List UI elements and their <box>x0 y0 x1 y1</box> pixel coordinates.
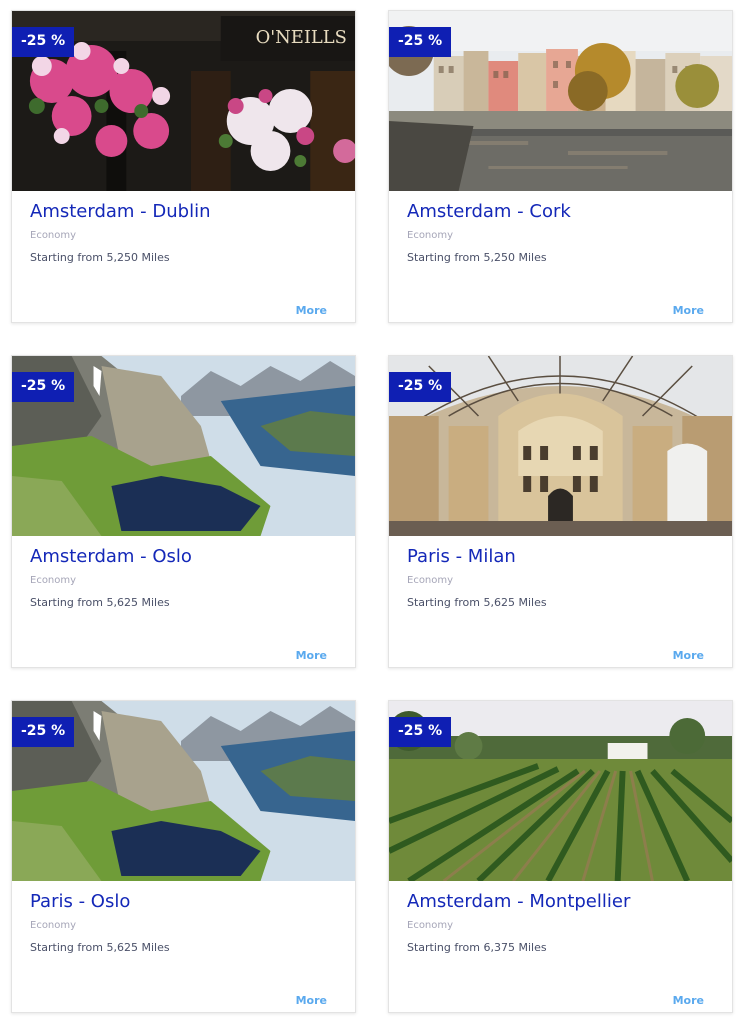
destination-card[interactable]: O'NEILLS -25 % Amsterdam - Dublin Econom… <box>11 10 356 323</box>
price-text: Starting from 5,625 Miles <box>30 941 170 954</box>
cabin-class: Economy <box>407 230 454 241</box>
destination-card[interactable]: -25 % Paris - Oslo Economy Starting from… <box>11 700 356 1013</box>
route-title[interactable]: Amsterdam - Dublin <box>30 201 210 222</box>
more-link[interactable]: More <box>296 649 327 662</box>
route-title[interactable]: Paris - Milan <box>407 546 516 567</box>
price-text: Starting from 5,250 Miles <box>407 251 547 264</box>
more-link[interactable]: More <box>673 994 704 1007</box>
more-link[interactable]: More <box>673 649 704 662</box>
discount-badge: -25 % <box>389 27 452 57</box>
price-text: Starting from 5,250 Miles <box>30 251 170 264</box>
discount-badge: -25 % <box>12 372 75 402</box>
discount-badge: -25 % <box>389 372 452 402</box>
cabin-class: Economy <box>407 920 454 931</box>
route-title[interactable]: Amsterdam - Montpellier <box>407 891 630 912</box>
destination-card[interactable]: -25 % Amsterdam - Cork Economy Starting … <box>388 10 733 323</box>
destination-card[interactable]: -25 % Amsterdam - Montpellier Economy St… <box>388 700 733 1013</box>
more-link[interactable]: More <box>673 304 704 317</box>
more-link[interactable]: More <box>296 994 327 1007</box>
discount-badge: -25 % <box>389 717 452 747</box>
cabin-class: Economy <box>407 575 454 586</box>
destination-card[interactable]: -25 % Amsterdam - Oslo Economy Starting … <box>11 355 356 668</box>
pub-sign-text: O'NEILLS <box>256 27 347 48</box>
more-link[interactable]: More <box>296 304 327 317</box>
discount-badge: -25 % <box>12 717 75 747</box>
price-text: Starting from 5,625 Miles <box>407 596 547 609</box>
cabin-class: Economy <box>30 920 77 931</box>
route-title[interactable]: Paris - Oslo <box>30 891 130 912</box>
price-text: Starting from 6,375 Miles <box>407 941 547 954</box>
route-title[interactable]: Amsterdam - Cork <box>407 201 571 222</box>
cabin-class: Economy <box>30 230 77 241</box>
cabin-class: Economy <box>30 575 77 586</box>
discount-badge: -25 % <box>12 27 75 57</box>
route-title[interactable]: Amsterdam - Oslo <box>30 546 192 567</box>
price-text: Starting from 5,625 Miles <box>30 596 170 609</box>
destination-card[interactable]: -25 % Paris - Milan Economy Starting fro… <box>388 355 733 668</box>
